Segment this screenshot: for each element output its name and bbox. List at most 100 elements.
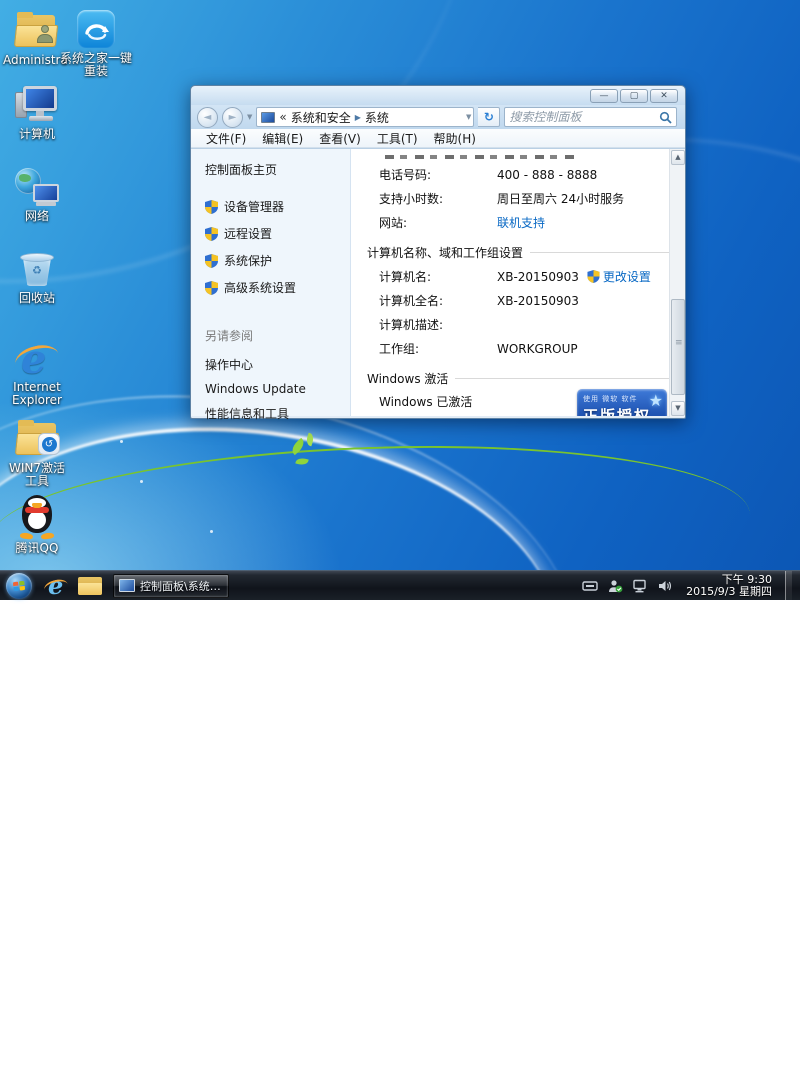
address-dropdown-icon[interactable]: ▼ [466, 113, 471, 121]
start-button[interactable] [6, 573, 32, 599]
close-button[interactable]: ✕ [650, 89, 678, 103]
desktop-icon-label: 计算机 [4, 128, 70, 141]
desktop-icon-computer[interactable]: 计算机 [4, 84, 70, 141]
support-hours-row: 支持小时数: 周日至周六 24小时服务 [379, 190, 681, 207]
desktop-icon-recycle-bin[interactable]: ♻ 回收站 [4, 248, 70, 305]
desktop-icon-label: 回收站 [4, 292, 70, 305]
breadcrumb-system-security[interactable]: 系统和安全 [291, 109, 351, 126]
desktop-icon-label: 系统之家一键重装 [58, 52, 134, 78]
taskbar-windows-explorer[interactable] [73, 573, 107, 599]
taskbar-internet-explorer[interactable]: e [39, 573, 73, 599]
window-titlebar[interactable]: — ▢ ✕ [191, 86, 685, 105]
sysbox-app-icon [77, 10, 115, 48]
breadcrumb[interactable]: « 系统和安全 ▶ 系统 ▼ [256, 107, 474, 127]
system-page-icon [261, 112, 275, 123]
search-icon[interactable] [659, 111, 672, 124]
workgroup-row: 工作组: WORKGROUP [379, 340, 681, 357]
website-row: 网站: 联机支持 [379, 214, 681, 231]
swirl-icon [83, 16, 109, 42]
system-window: — ▢ ✕ ◄ ► ▼ « 系统和安全 ▶ 系统 ▼ ↻ 文件(F) 编辑(E) [190, 85, 686, 419]
sidebar-item-label: 设备管理器 [224, 198, 284, 215]
desktop-icon-label: Internet Explorer [4, 381, 70, 407]
system-window-icon [119, 579, 135, 592]
field-value: 周日至周六 24小时服务 [497, 190, 624, 207]
clock-date: 2015/9/3 星期四 [686, 586, 772, 598]
desktop-icon-sysbox-reinstall[interactable]: 系统之家一键重装 [58, 8, 134, 78]
genuine-software-badge[interactable]: 使用 微软 软件 正版授权 安全 稳定 声誉 ★ [577, 389, 667, 416]
taskbar-active-window-control-panel[interactable]: 控制面板\系统和... [113, 574, 229, 598]
back-button[interactable]: ◄ [197, 107, 218, 128]
desktop-icon-win7-activator[interactable]: ↺ WIN7激活工具 [4, 418, 70, 488]
clock-time: 下午 9:30 [686, 574, 772, 586]
computer-name-row: 计算机名: XB-20150903 更改设置 [379, 268, 681, 285]
activation-area: Windows 已激活 产品 ID: 00426-OEM-8992662-000… [379, 393, 681, 416]
computer-description-row: 计算机描述: [379, 316, 681, 333]
sidebar-item-remote-settings[interactable]: 远程设置 [205, 225, 350, 242]
uac-shield-icon [205, 281, 218, 295]
desktop-icon-internet-explorer[interactable]: e Internet Explorer [4, 337, 70, 407]
scrollbar-thumb[interactable] [671, 299, 685, 395]
sidebar-item-control-panel-home[interactable]: 控制面板主页 [205, 161, 350, 178]
menu-bar: 文件(F) 编辑(E) 查看(V) 工具(T) 帮助(H) [191, 129, 685, 148]
forward-button[interactable]: ► [222, 107, 243, 128]
search-input[interactable] [509, 110, 659, 124]
desktop-icon-label: WIN7激活工具 [4, 462, 70, 488]
refresh-button[interactable]: ↻ [478, 107, 500, 127]
minimize-button[interactable]: — [590, 89, 618, 103]
sidebar-item-label: 高级系统设置 [224, 279, 296, 296]
sidebar-item-device-manager[interactable]: 设备管理器 [205, 198, 350, 215]
scroll-down-button[interactable]: ▼ [671, 401, 685, 416]
input-indicator-icon[interactable] [582, 579, 598, 593]
windows-logo-icon [12, 579, 26, 593]
field-value: 400 - 888 - 8888 [497, 168, 597, 182]
uac-shield-icon [587, 270, 600, 283]
scrollbar[interactable]: ▲ ▼ [669, 149, 685, 417]
online-support-link[interactable]: 联机支持 [497, 214, 545, 231]
sidebar-item-label: 系统保护 [224, 252, 272, 269]
phone-number-row: 电话号码: 400 - 888 - 8888 [379, 166, 681, 183]
sparkle [210, 530, 213, 533]
desktop-icon-tencent-qq[interactable]: 腾讯QQ [4, 490, 70, 555]
sidebar-item-performance-tools[interactable]: 性能信息和工具 [205, 405, 306, 422]
menu-edit[interactable]: 编辑(E) [255, 129, 310, 148]
field-label: 计算机全名: [379, 292, 497, 309]
breadcrumb-prefix: « [279, 110, 286, 124]
badge-star-icon: ★ [649, 391, 663, 410]
sidebar-item-windows-update[interactable]: Windows Update [205, 382, 306, 396]
search-box[interactable] [504, 107, 677, 127]
sidebar-item-action-center[interactable]: 操作中心 [205, 356, 306, 373]
uac-shield-icon [205, 200, 218, 214]
taskbar-clock[interactable]: 下午 9:30 2015/9/3 星期四 [682, 574, 776, 598]
menu-tools[interactable]: 工具(T) [370, 129, 425, 148]
internet-explorer-icon: e [45, 575, 67, 597]
desktop-icon-label: 腾讯QQ [4, 542, 70, 555]
menu-help[interactable]: 帮助(H) [427, 129, 483, 148]
computer-name-section-header: 计算机名称、域和工作组设置 [367, 244, 681, 261]
sidebar-item-system-protection[interactable]: 系统保护 [205, 252, 350, 269]
scroll-up-button[interactable]: ▲ [671, 150, 685, 165]
folder-tool-icon: ↺ [16, 423, 58, 455]
menu-file[interactable]: 文件(F) [199, 129, 253, 148]
network-icon[interactable] [632, 579, 648, 593]
maximize-button[interactable]: ▢ [620, 89, 648, 103]
breadcrumb-separator-icon: ▶ [355, 113, 361, 122]
field-label: 计算机描述: [379, 316, 497, 333]
network-icon [15, 168, 59, 206]
taskbar: e 控制面板\系统和... 下午 9:30 2015 [0, 570, 800, 600]
action-center-user-icon[interactable] [607, 579, 623, 593]
menu-view[interactable]: 查看(V) [312, 129, 368, 148]
desktop-icon-label: 网络 [4, 210, 70, 223]
recent-pages-dropdown[interactable]: ▼ [247, 113, 252, 121]
recycle-bin-icon: ♻ [20, 250, 54, 288]
system-content-pane: 电话号码: 400 - 888 - 8888 支持小时数: 周日至周六 24小时… [351, 149, 685, 416]
qq-penguin-icon [17, 491, 57, 539]
show-desktop-button[interactable] [785, 571, 792, 601]
breadcrumb-system[interactable]: 系统 [365, 109, 389, 126]
internet-explorer-icon: e [17, 338, 57, 378]
volume-icon[interactable] [657, 579, 673, 593]
field-label: 工作组: [379, 340, 497, 357]
uac-shield-icon [205, 227, 218, 241]
change-settings-link[interactable]: 更改设置 [603, 268, 651, 285]
desktop-icon-network[interactable]: 网络 [4, 166, 70, 223]
sidebar-item-advanced-system-settings[interactable]: 高级系统设置 [205, 279, 350, 296]
